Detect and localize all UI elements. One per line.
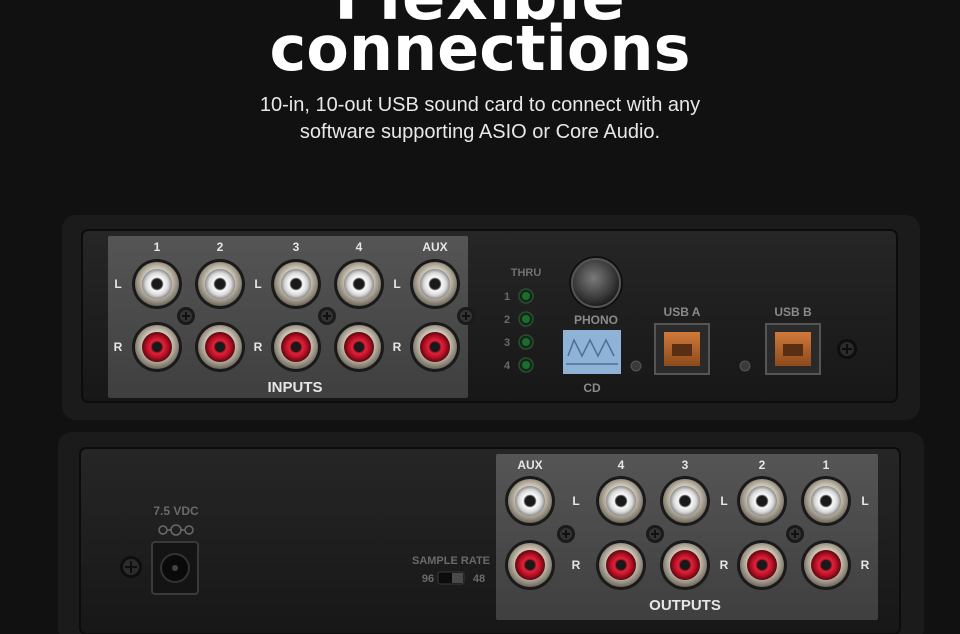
- right-channel-label: R: [393, 340, 402, 354]
- left-channel-label: L: [114, 277, 121, 291]
- input-channel-label: AUX: [422, 240, 447, 254]
- screw-icon: [786, 525, 804, 543]
- screw-icon: [120, 556, 142, 578]
- thru-led-glow: [522, 315, 530, 323]
- output-jack-3-left[interactable]: [660, 476, 710, 526]
- input-jack-aux-right[interactable]: [410, 322, 460, 372]
- input-jack-4-left[interactable]: [334, 259, 384, 309]
- sample-rate-96: 96: [422, 573, 434, 585]
- sound-card-photo: 1 2 3 4 AUXLRLRLR INPUTS THRU 1234 PHONO CD …: [58, 215, 924, 634]
- screw-icon: [457, 307, 475, 325]
- screw-icon: [646, 525, 664, 543]
- thru-number: 3: [504, 337, 510, 349]
- usb-b-port[interactable]: [765, 323, 821, 375]
- thru-number: 2: [504, 314, 510, 326]
- output-jack-aux-right[interactable]: [505, 540, 555, 590]
- output-jack-4-right[interactable]: [596, 540, 646, 590]
- input-jack-aux-left[interactable]: [410, 259, 460, 309]
- screw-icon: [318, 307, 336, 325]
- output-jack-aux-left[interactable]: [505, 476, 555, 526]
- left-channel-label: L: [861, 494, 868, 508]
- input-channel-label: 2: [217, 240, 224, 254]
- screw-icon: [177, 307, 195, 325]
- output-channel-label: 1: [823, 458, 830, 472]
- output-channel-label: 2: [759, 458, 766, 472]
- left-channel-label: L: [254, 277, 261, 291]
- inputs-label: INPUTS: [267, 379, 322, 396]
- input-jack-3-right[interactable]: [271, 322, 321, 372]
- power-label: 7.5 VDC: [153, 504, 199, 518]
- output-channel-label: 3: [682, 458, 689, 472]
- phono-label: PHONO: [574, 313, 618, 327]
- left-channel-label: L: [572, 494, 579, 508]
- sample-rate-48: 48: [473, 573, 485, 585]
- indicator-dot: [739, 360, 751, 372]
- input-jack-1-right[interactable]: [132, 322, 182, 372]
- phono-knob-cap: [571, 258, 621, 308]
- sample-rate-switch[interactable]: [437, 571, 465, 585]
- cd-label: CD: [583, 381, 601, 395]
- output-jack-2-right[interactable]: [737, 540, 787, 590]
- right-channel-label: R: [254, 340, 263, 354]
- output-jack-1-left[interactable]: [801, 476, 851, 526]
- output-jack-4-left[interactable]: [596, 476, 646, 526]
- output-channel-label: 4: [618, 458, 625, 472]
- output-jack-1-right[interactable]: [801, 540, 851, 590]
- right-channel-label: R: [861, 558, 870, 572]
- power-jack[interactable]: [151, 541, 199, 595]
- screw-icon: [837, 339, 857, 359]
- right-channel-label: R: [572, 558, 581, 572]
- usb-b-label: USB B: [774, 305, 812, 319]
- thru-led-glow: [522, 361, 530, 369]
- left-channel-label: L: [720, 494, 727, 508]
- output-jack-3-right[interactable]: [660, 540, 710, 590]
- right-channel-label: R: [114, 340, 123, 354]
- input-channel-label: 1: [154, 240, 161, 254]
- thru-number: 4: [504, 360, 511, 372]
- output-jack-2-left[interactable]: [737, 476, 787, 526]
- left-channel-label: L: [393, 277, 400, 291]
- indicator-dot: [630, 360, 642, 372]
- screw-icon: [557, 525, 575, 543]
- input-channel-label: 4: [356, 240, 363, 254]
- output-channel-label: AUX: [517, 458, 542, 472]
- input-channel-label: 3: [293, 240, 300, 254]
- input-jack-2-right[interactable]: [195, 322, 245, 372]
- input-jack-4-right[interactable]: [334, 322, 384, 372]
- outputs-label: OUTPUTS: [649, 597, 721, 614]
- usb-a-port[interactable]: [654, 323, 710, 375]
- thru-label: THRU: [511, 267, 542, 279]
- usb-a-label: USB A: [664, 305, 701, 319]
- input-jack-3-left[interactable]: [271, 259, 321, 309]
- thru-led-glow: [522, 292, 530, 300]
- sample-rate-label: SAMPLE RATE: [412, 555, 490, 567]
- input-jack-1-left[interactable]: [132, 259, 182, 309]
- thru-number: 1: [504, 291, 510, 303]
- input-jack-2-left[interactable]: [195, 259, 245, 309]
- right-channel-label: R: [720, 558, 729, 572]
- thru-led-glow: [522, 338, 530, 346]
